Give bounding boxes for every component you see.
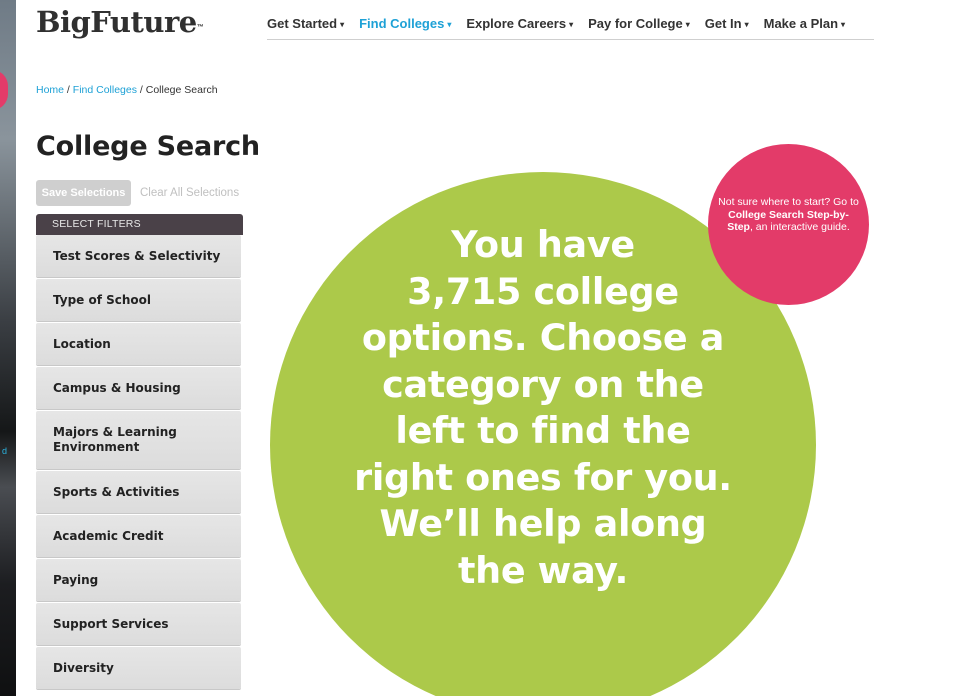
chevron-down-icon: ▾ (340, 20, 345, 29)
results-message-line: 3,715 college (407, 269, 679, 313)
chevron-down-icon: ▾ (447, 20, 452, 29)
clear-all-selections-link[interactable]: Clear All Selections (140, 187, 239, 199)
main-nav: Get Started ▾ Find Colleges ▾ Explore Care… (267, 12, 874, 40)
trademark-mark: ™ (196, 24, 204, 31)
nav-item-get-started[interactable]: Get Started ▾ (267, 12, 344, 39)
chevron-down-icon: ▾ (744, 20, 749, 29)
results-message-line: the way. (457, 548, 629, 592)
filter-type-of-school[interactable]: Type of School (36, 279, 241, 321)
chevron-down-icon: ▾ (569, 20, 574, 29)
bigfuture-logo[interactable]: BigFuture™ (36, 4, 204, 40)
filter-diversity[interactable]: Diversity (36, 647, 241, 689)
filter-support-services[interactable]: Support Services (36, 603, 241, 645)
breadcrumb: Home / Find Colleges / College Search (36, 84, 218, 96)
select-filters-header: SELECT FILTERS (36, 214, 243, 235)
save-selections-button[interactable]: Save Selections (36, 180, 131, 206)
guide-callout-text: Not sure where to start? Go to College S… (718, 196, 859, 233)
breadcrumb-current: College Search (145, 84, 218, 96)
filter-location[interactable]: Location (36, 323, 241, 365)
results-message-line: We’ll help along (379, 502, 707, 545)
filter-test-scores-selectivity[interactable]: Test Scores & Selectivity (36, 235, 241, 277)
breadcrumb-separator: / (64, 84, 73, 96)
breadcrumb-separator: / (136, 84, 146, 96)
page-title: College Search (36, 131, 260, 162)
breadcrumb-home-link[interactable]: Home (36, 84, 64, 96)
filter-majors-learning-environment[interactable]: Majors & Learning Environment (36, 411, 241, 469)
results-message-line: category on the (382, 362, 704, 406)
chevron-down-icon: ▾ (685, 20, 690, 29)
background-fragment: d (2, 446, 8, 456)
page: BigFuture™ Get Started ▾ Find Colleges ▾ E… (16, 0, 968, 696)
filter-list: Test Scores & Selectivity Type of School… (36, 235, 241, 691)
filter-sports-activities[interactable]: Sports & Activities (36, 471, 241, 513)
nav-item-explore-careers[interactable]: Explore Careers ▾ (466, 12, 573, 39)
results-message-line: left to find the (395, 409, 691, 452)
background-strip-left: d (0, 0, 16, 696)
filter-academic-credit[interactable]: Academic Credit (36, 515, 241, 557)
results-message-line: right ones for you. (354, 455, 732, 499)
nav-item-pay-for-college[interactable]: Pay for College ▾ (588, 12, 690, 39)
nav-item-get-in[interactable]: Get In ▾ (705, 12, 749, 39)
nav-item-make-a-plan[interactable]: Make a Plan ▾ (764, 12, 845, 39)
breadcrumb-find-colleges-link[interactable]: Find Colleges (73, 84, 137, 96)
results-message-line: options. Choose a (361, 316, 725, 359)
nav-item-find-colleges[interactable]: Find Colleges ▾ (359, 12, 451, 39)
results-message: You have 3,715 college options. Choose a… (320, 222, 766, 594)
chevron-down-icon: ▾ (841, 20, 846, 29)
results-message-line: You have (451, 223, 635, 266)
filter-campus-housing[interactable]: Campus & Housing (36, 367, 241, 409)
filter-paying[interactable]: Paying (36, 559, 241, 601)
background-pink-shape (0, 70, 8, 110)
